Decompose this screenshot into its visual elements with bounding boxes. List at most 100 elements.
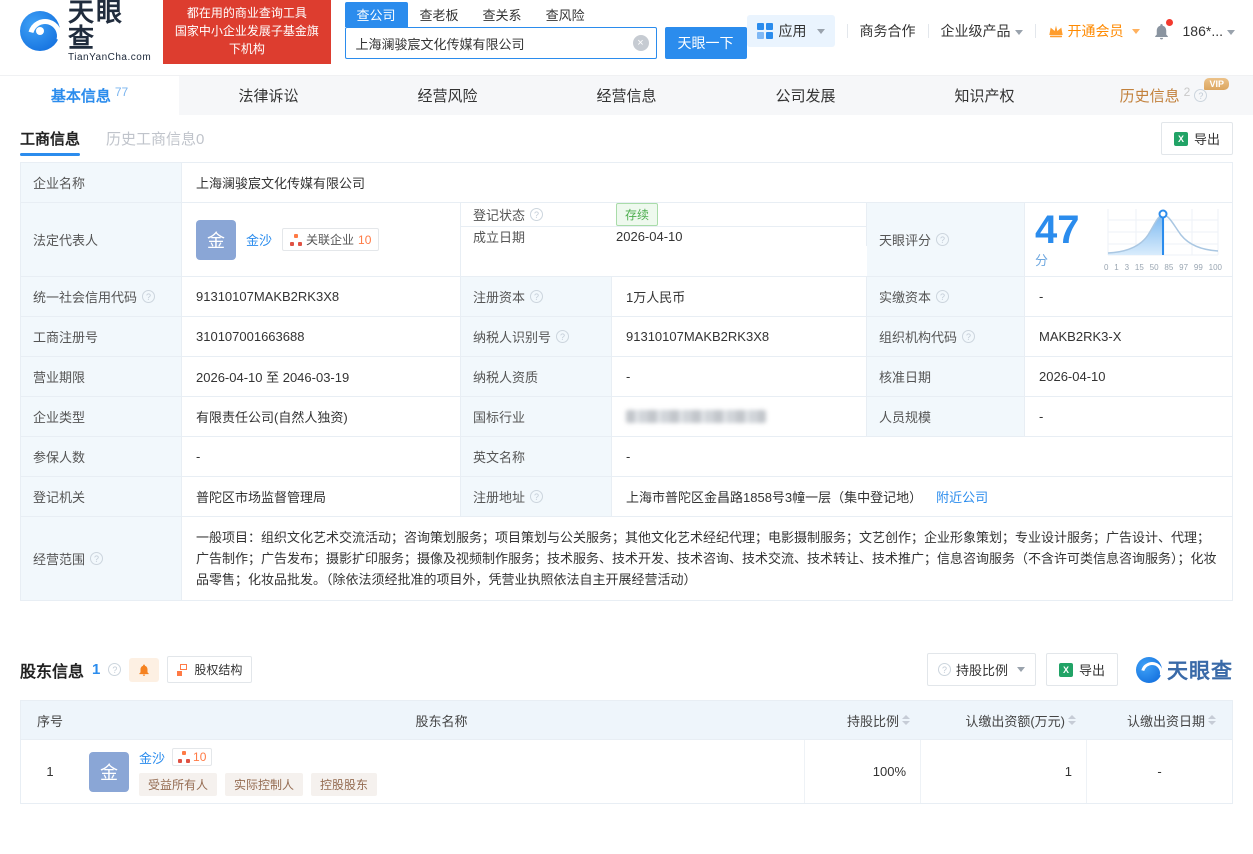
chevron-down-icon — [1014, 29, 1023, 35]
search-tab-company[interactable]: 查公司 — [344, 2, 408, 27]
nearby-companies-link[interactable]: 附近公司 — [936, 487, 988, 506]
chevron-down-icon — [1227, 29, 1235, 35]
reg-capital-value: 1万人民币 — [612, 277, 867, 316]
promo-banner-line2: 国家中小企业发展子基金旗下机构 — [174, 24, 319, 56]
export-button[interactable]: X 导出 — [1160, 122, 1233, 155]
site-logo[interactable]: 天眼查 TianYanCha.com — [20, 0, 151, 63]
legal-rep-name-link[interactable]: 金沙 — [246, 230, 272, 249]
shareholding-ratio-filter[interactable]: ? 持股比例 — [926, 653, 1036, 686]
tab-count: 77 — [114, 85, 129, 99]
tab-history-info[interactable]: VIP 历史信息 2 ? — [1074, 76, 1253, 115]
help-icon[interactable]: ? — [530, 290, 544, 303]
help-icon[interactable]: ? — [90, 552, 104, 565]
shareholder-avatar: 金 — [89, 751, 129, 792]
nav-enterprise-products[interactable]: 企业级产品 — [941, 21, 1023, 41]
help-icon[interactable]: ? — [936, 233, 950, 246]
shareholder-name-link[interactable]: 金沙 — [139, 748, 165, 767]
scope-value: 一般项目：组织文化艺术交流活动；咨询策划服务；项目策划与公关服务；其他文化艺术经… — [182, 517, 1232, 600]
shareholder-row: 1 金 金沙 10 受益所有人 实际控制人 控股股东 100% 1 - — [21, 739, 1232, 803]
header-nav: 应用 商务合作 企业级产品 开通会员 186*... — [746, 15, 1235, 47]
related-count-badge[interactable]: 10 — [172, 748, 213, 766]
search-tab-risk[interactable]: 查风险 — [534, 2, 597, 27]
shareholder-index: 1 — [46, 764, 54, 779]
company-name-value: 上海澜骏宸文化传媒有限公司 — [182, 163, 1232, 202]
tab-legal-proceedings[interactable]: 法律诉讼 — [179, 76, 358, 115]
company-tab-bar: 基本信息 77 法律诉讼 经营风险 经营信息 公司发展 知识产权 VIP 历史信息… — [0, 75, 1253, 115]
reg-address-label: 注册地址 — [473, 490, 526, 505]
watermark-logo: 天眼查 — [1136, 655, 1233, 685]
help-icon[interactable]: ? — [556, 330, 570, 343]
shareholder-date: - — [1086, 740, 1232, 803]
tab-business-info[interactable]: 经营信息 — [537, 76, 716, 115]
search-tab-relation[interactable]: 查关系 — [471, 2, 534, 27]
row-reg-authority: 登记机关 普陀区市场监督管理局 注册地址? 上海市普陀区金昌路1858号3幢一层… — [21, 477, 1232, 517]
search-tab-boss[interactable]: 查老板 — [408, 2, 471, 27]
nav-open-vip[interactable]: 开通会员 — [1048, 21, 1140, 41]
row-insured: 参保人数 - 英文名称 - — [21, 437, 1232, 477]
help-icon[interactable]: ? — [530, 490, 544, 503]
staff-size-value: - — [1025, 397, 1232, 436]
reg-number-label: 工商注册号 — [21, 317, 182, 356]
biz-term-label: 营业期限 — [21, 357, 182, 396]
legal-rep-label: 法定代表人 — [21, 203, 182, 276]
tax-qual-value: - — [612, 357, 867, 396]
promo-banner-line1: 都在用的商业查询工具 — [186, 6, 307, 20]
org-code-value: MAKB2RK3-X — [1025, 317, 1232, 356]
tianyancha-logo-icon — [20, 11, 60, 51]
tab-operating-risk[interactable]: 经营风险 — [358, 76, 537, 115]
apps-menu[interactable]: 应用 — [746, 15, 835, 47]
top-header: 天眼查 TianYanCha.com 都在用的商业查询工具 国家中小企业发展子基… — [0, 0, 1253, 64]
industry-value — [612, 397, 867, 436]
user-account[interactable]: 186*... — [1183, 23, 1235, 39]
row-company-name: 企业名称 上海澜骏宸文化传媒有限公司 — [21, 163, 1232, 203]
paid-capital-value: - — [1025, 277, 1232, 316]
help-icon[interactable]: ? — [530, 208, 544, 221]
notifications-bell[interactable] — [1152, 18, 1173, 41]
help-icon[interactable]: ? — [1194, 89, 1208, 102]
tianyancha-page: 天眼查 TianYanCha.com 都在用的商业查询工具 国家中小企业发展子基… — [0, 0, 1253, 854]
reg-number-value: 310107001663688 — [182, 317, 461, 356]
excel-icon: X — [1058, 662, 1073, 677]
help-icon[interactable]: ? — [108, 663, 122, 676]
col-ratio[interactable]: 持股比例 — [804, 711, 920, 730]
staff-size-label: 人员规模 — [867, 397, 1025, 436]
english-name-value: - — [612, 437, 1232, 476]
shareholders-count: 1 — [92, 661, 101, 678]
promo-banner: 都在用的商业查询工具 国家中小企业发展子基金旗下机构 — [163, 0, 331, 64]
row-registration-status: 登记状态 ? 存续 — [461, 203, 866, 226]
shareholders-export-button[interactable]: X 导出 — [1045, 653, 1118, 686]
reg-authority-value: 普陀区市场监督管理局 — [182, 477, 461, 516]
col-amount[interactable]: 认缴出资额(万元) — [920, 711, 1086, 730]
paid-capital-label: 实缴资本 — [879, 290, 932, 305]
reg-authority-label: 登记机关 — [21, 477, 182, 516]
nav-business-cooperation[interactable]: 商务合作 — [860, 21, 916, 41]
clear-search-icon[interactable]: × — [632, 35, 649, 51]
subtab-registration-info[interactable]: 工商信息 — [20, 115, 81, 162]
company-type-label: 企业类型 — [21, 397, 182, 436]
chevron-down-icon — [816, 28, 825, 34]
score-label: 天眼评分 — [879, 233, 932, 248]
search-tabs: 查公司 查老板 查关系 查风险 — [344, 2, 747, 27]
status-badge: 存续 — [616, 203, 659, 226]
score-unit: 分 — [1035, 253, 1049, 268]
insured-value: - — [182, 437, 461, 476]
help-icon[interactable]: ? — [142, 290, 156, 303]
help-icon[interactable]: ? — [962, 330, 976, 343]
help-icon: ? — [937, 663, 951, 676]
shareholders-table-header: 序号 股东名称 持股比例 认缴出资额(万元) 认缴出资日期 — [21, 701, 1232, 739]
col-date[interactable]: 认缴出资日期 — [1086, 711, 1232, 730]
sort-icon — [1068, 715, 1076, 725]
related-companies-badge[interactable]: 关联企业 10 — [282, 228, 380, 251]
help-icon[interactable]: ? — [936, 290, 950, 303]
org-chart-icon — [178, 751, 190, 763]
tab-intellectual-property[interactable]: 知识产权 — [895, 76, 1074, 115]
tab-company-development[interactable]: 公司发展 — [716, 76, 895, 115]
search-input[interactable] — [344, 27, 657, 59]
bell-icon — [139, 663, 150, 676]
tab-basic-info[interactable]: 基本信息 77 — [0, 76, 179, 115]
equity-structure-button[interactable]: 股权结构 — [167, 656, 253, 683]
monitor-bell-button[interactable] — [129, 657, 160, 682]
subtab-history-registration-info[interactable]: 历史工商信息0 — [106, 115, 204, 162]
search-button[interactable]: 天眼一下 — [664, 27, 747, 59]
shareholder-amount: 1 — [920, 740, 1086, 803]
